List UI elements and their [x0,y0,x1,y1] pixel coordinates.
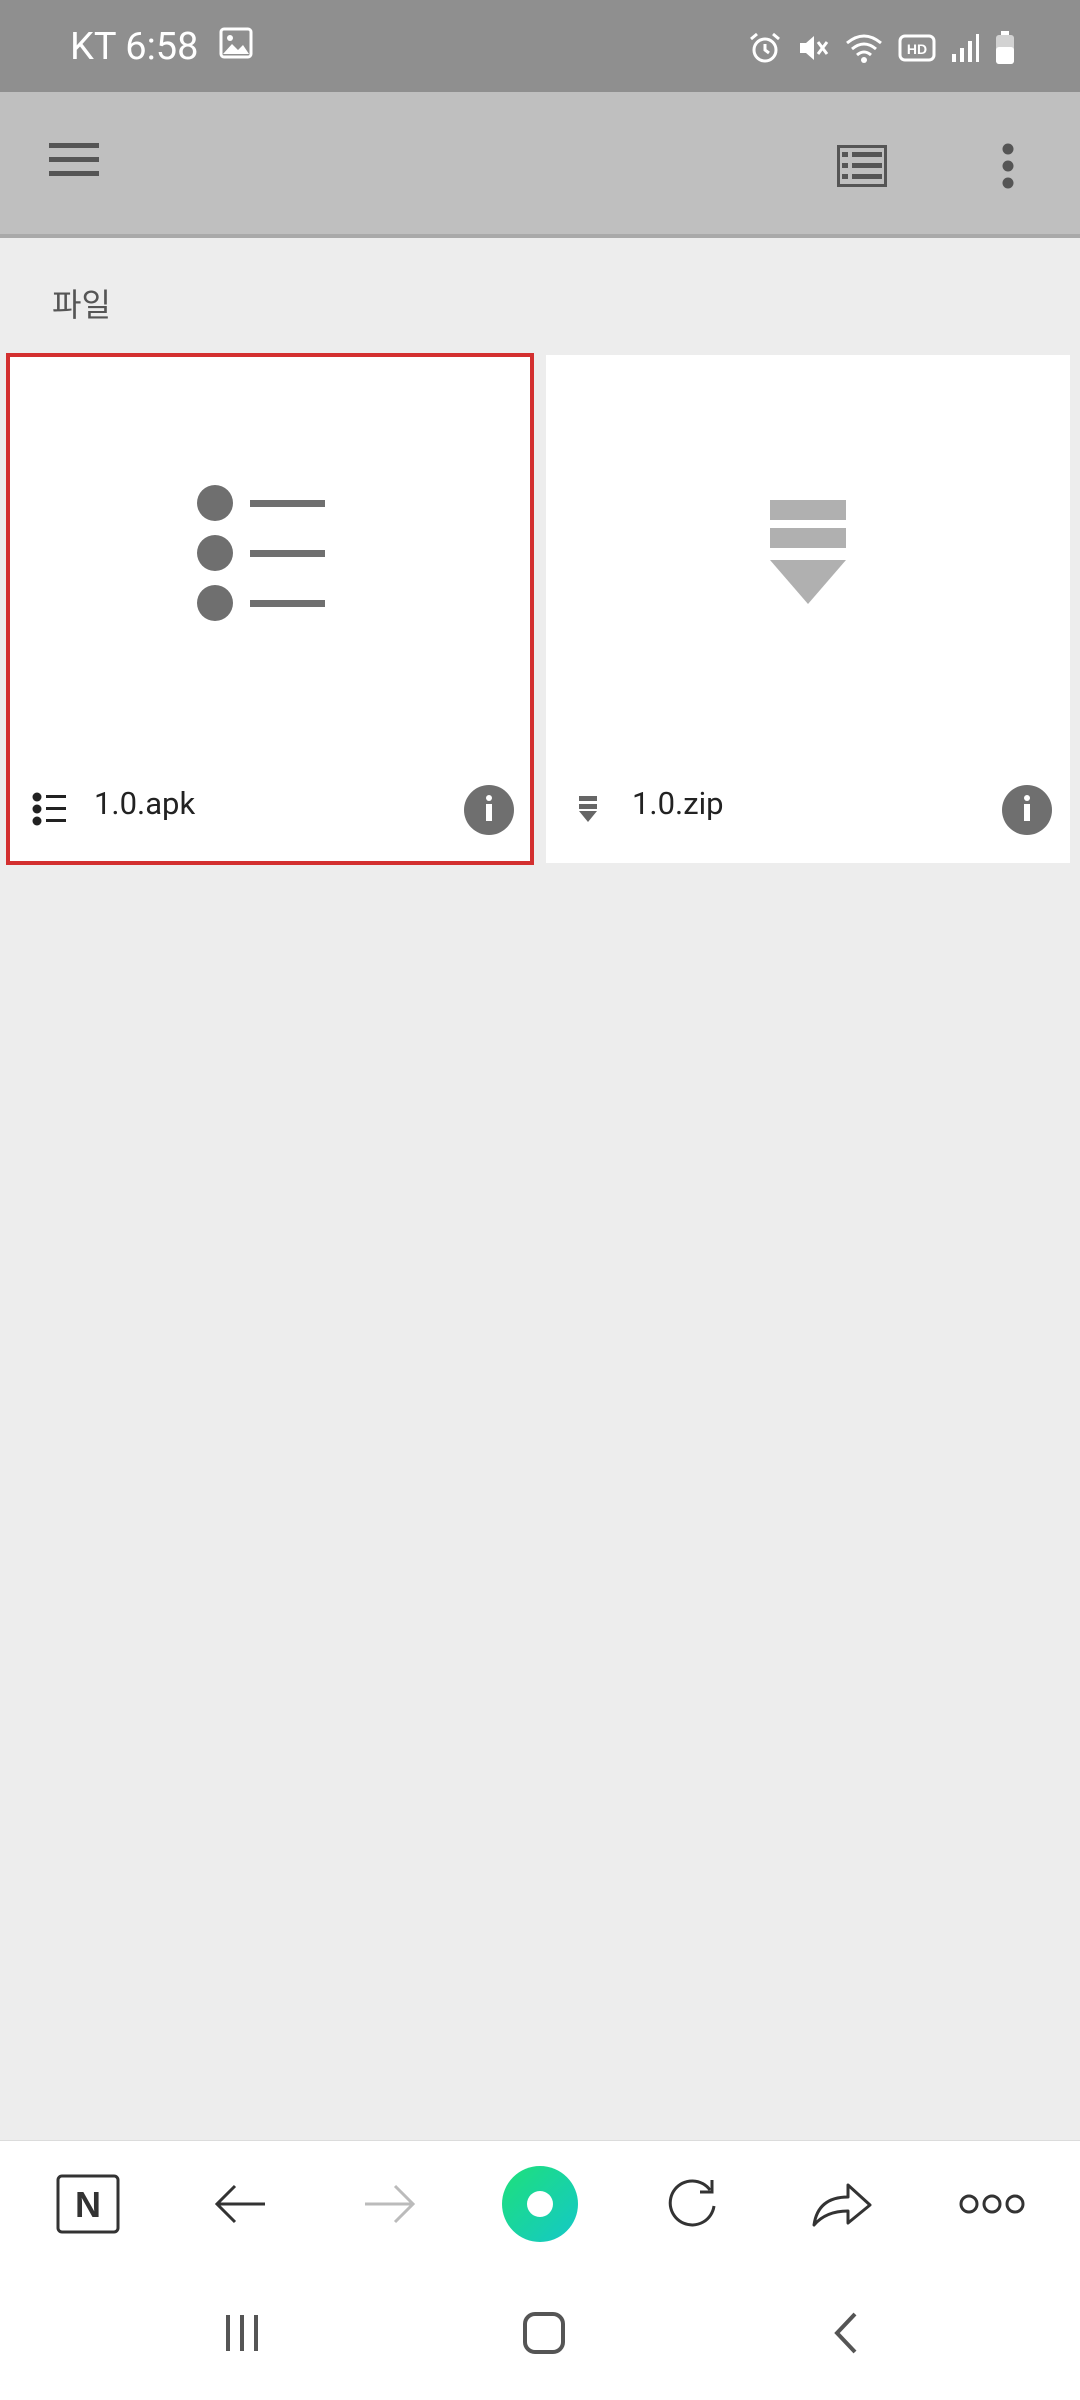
alarm-icon [748,31,782,65]
list-view-icon [836,144,888,191]
list-view-button[interactable] [822,128,902,208]
status-bar: KT 6:58 HD [0,0,1080,92]
back-button[interactable] [180,2141,300,2271]
file-footer: 1.0.zip [546,755,1070,863]
clock: 6:58 [125,25,199,69]
home-icon [522,2311,566,2359]
file-card-zip[interactable]: 1.0.zip [546,355,1070,863]
list-icon [30,789,70,829]
home-button[interactable] [474,2270,614,2400]
file-name: 1.0.apk [94,785,196,822]
section-title: 파일 [52,286,111,324]
forward-button[interactable] [330,2141,450,2271]
image-icon [219,25,253,69]
more-button[interactable] [932,2141,1052,2271]
back-arrow-icon [213,2182,267,2230]
green-dot-button[interactable] [480,2141,600,2271]
menu-icon [49,141,99,183]
app-bar [0,92,1080,238]
file-thumbnail [8,355,532,755]
info-button[interactable] [1002,785,1052,835]
system-nav-bar [0,2270,1080,2400]
info-button[interactable] [464,785,514,835]
more-horiz-icon [959,2194,1025,2218]
refresh-icon [664,2176,720,2236]
forward-arrow-icon [363,2182,417,2230]
share-icon [812,2179,872,2233]
naver-n-label: N [75,2184,101,2225]
more-options-button[interactable] [968,128,1048,208]
refresh-button[interactable] [632,2141,752,2271]
naver-n-icon: N [56,2174,120,2238]
more-vert-icon [1001,143,1015,193]
green-dot-icon [500,2164,580,2248]
back-nav-button[interactable] [776,2270,916,2400]
carrier-label: KT [70,25,116,69]
share-button[interactable] [782,2141,902,2271]
signal-icon [950,32,980,64]
file-thumbnail [546,355,1070,755]
menu-button[interactable] [34,122,114,202]
naver-home-button[interactable]: N [28,2141,148,2271]
back-icon [831,2311,861,2359]
browser-toolbar: N [0,2140,1080,2270]
file-card-apk[interactable]: 1.0.apk [6,353,534,865]
status-right: HD [748,30,1016,66]
archive-download-icon [568,789,608,829]
file-footer: 1.0.apk [8,755,532,863]
recent-apps-icon [222,2313,262,2357]
status-time: KT 6:58 [70,25,199,69]
hd-voice-label: HD [907,41,927,57]
list-icon [195,478,345,632]
file-name: 1.0.zip [632,785,724,822]
info-icon [483,795,495,825]
archive-download-icon [768,498,848,612]
wifi-icon [844,31,884,65]
mute-icon [796,31,830,65]
recent-apps-button[interactable] [172,2270,312,2400]
hd-voice-icon: HD [898,33,936,63]
info-icon [1021,795,1033,825]
status-left: KT 6:58 [70,24,253,70]
battery-icon [994,30,1016,66]
